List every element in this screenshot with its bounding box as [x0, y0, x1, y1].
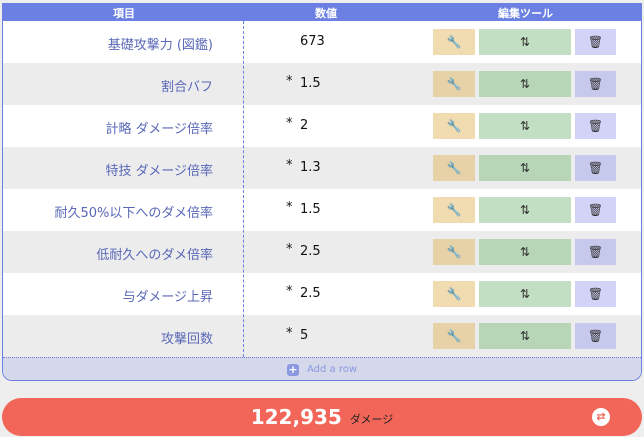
sort-arrows-icon: ⇅: [519, 35, 531, 49]
sort-arrows-icon: ⇅: [519, 245, 531, 259]
row-label[interactable]: 耐久50%以下へのダメ倍率: [54, 202, 213, 221]
table-row: 割合バフ * 1.5 🔧 ⇅ 🗑: [3, 63, 641, 105]
trash-icon: 🗑: [587, 329, 604, 343]
wrench-icon: 🔧: [446, 119, 462, 133]
table-header: 項目 数値 編集ツール: [3, 3, 641, 21]
header-value: 数値: [315, 7, 337, 20]
swap-icon[interactable]: ⇄: [592, 408, 610, 426]
row-operator: *: [286, 242, 293, 257]
edit-button[interactable]: 🔧: [433, 29, 475, 55]
row-value[interactable]: 1.5: [300, 76, 321, 91]
move-button[interactable]: ⇅: [479, 113, 571, 139]
sort-arrows-icon: ⇅: [519, 119, 531, 133]
delete-button[interactable]: 🗑: [575, 281, 616, 307]
total-damage-bar: 122,935 ダメージ ⇄: [2, 398, 642, 436]
move-button[interactable]: ⇅: [479, 239, 571, 265]
wrench-icon: 🔧: [446, 245, 462, 259]
row-label[interactable]: 与ダメージ上昇: [123, 286, 213, 305]
row-label[interactable]: 攻撃回数: [161, 328, 213, 347]
header-tools: 編集ツール: [498, 7, 553, 20]
table-row: 計略 ダメージ倍率 * 2 🔧 ⇅ 🗑: [3, 105, 641, 147]
trash-icon: 🗑: [587, 119, 604, 133]
row-label[interactable]: 計略 ダメージ倍率: [106, 118, 213, 137]
edit-button[interactable]: 🔧: [433, 323, 475, 349]
total-value: 122,935: [250, 405, 342, 429]
delete-button[interactable]: 🗑: [575, 239, 616, 265]
wrench-icon: 🔧: [446, 203, 462, 217]
row-value[interactable]: 5: [300, 328, 308, 343]
delete-button[interactable]: 🗑: [575, 155, 616, 181]
trash-icon: 🗑: [587, 161, 604, 175]
wrench-icon: 🔧: [446, 35, 462, 49]
row-value[interactable]: 2.5: [300, 244, 321, 259]
row-value[interactable]: 673: [300, 34, 325, 49]
move-button[interactable]: ⇅: [479, 323, 571, 349]
wrench-icon: 🔧: [446, 287, 462, 301]
sort-arrows-icon: ⇅: [519, 203, 531, 217]
sort-arrows-icon: ⇅: [519, 161, 531, 175]
header-item: 項目: [113, 7, 135, 20]
table-row: 与ダメージ上昇 * 2.5 🔧 ⇅ 🗑: [3, 273, 641, 315]
edit-button[interactable]: 🔧: [433, 197, 475, 223]
edit-button[interactable]: 🔧: [433, 239, 475, 265]
trash-icon: 🗑: [587, 35, 604, 49]
table-row: 低耐久へのダメ倍率 * 2.5 🔧 ⇅ 🗑: [3, 231, 641, 273]
delete-button[interactable]: 🗑: [575, 197, 616, 223]
move-button[interactable]: ⇅: [479, 197, 571, 223]
row-operator: *: [286, 116, 293, 131]
row-operator: *: [286, 158, 293, 173]
sort-arrows-icon: ⇅: [519, 329, 531, 343]
row-label[interactable]: 特技 ダメージ倍率: [106, 160, 213, 179]
trash-icon: 🗑: [587, 287, 604, 301]
row-operator: *: [286, 326, 293, 341]
trash-icon: 🗑: [587, 77, 604, 91]
row-value[interactable]: 1.5: [300, 202, 321, 217]
table-row: 攻撃回数 * 5 🔧 ⇅ 🗑: [3, 315, 641, 357]
delete-button[interactable]: 🗑: [575, 29, 616, 55]
row-label[interactable]: 基礎攻撃力 (図鑑): [108, 34, 213, 53]
edit-button[interactable]: 🔧: [433, 113, 475, 139]
delete-button[interactable]: 🗑: [575, 113, 616, 139]
move-button[interactable]: ⇅: [479, 155, 571, 181]
move-button[interactable]: ⇅: [479, 281, 571, 307]
plus-icon: +: [286, 362, 299, 376]
row-operator: *: [286, 74, 293, 89]
row-operator: *: [286, 284, 293, 299]
row-operator: *: [286, 200, 293, 215]
table-row: 耐久50%以下へのダメ倍率 * 1.5 🔧 ⇅ 🗑: [3, 189, 641, 231]
trash-icon: 🗑: [587, 203, 604, 217]
add-row-label: Add a row: [306, 364, 358, 375]
sort-arrows-icon: ⇅: [519, 287, 531, 301]
edit-button[interactable]: 🔧: [433, 71, 475, 97]
move-button[interactable]: ⇅: [479, 71, 571, 97]
sort-arrows-icon: ⇅: [519, 77, 531, 91]
wrench-icon: 🔧: [446, 329, 462, 343]
row-value[interactable]: 2: [300, 118, 308, 133]
wrench-icon: 🔧: [446, 77, 462, 91]
row-label[interactable]: 割合バフ: [161, 76, 213, 95]
total-unit: ダメージ: [349, 413, 394, 426]
row-value[interactable]: 1.3: [300, 160, 321, 175]
table-row: 基礎攻撃力 (図鑑) 673 🔧 ⇅ 🗑: [3, 21, 641, 63]
delete-button[interactable]: 🗑: [575, 71, 616, 97]
delete-button[interactable]: 🗑: [575, 323, 616, 349]
move-button[interactable]: ⇅: [479, 29, 571, 55]
wrench-icon: 🔧: [446, 161, 462, 175]
calc-table: 項目 数値 編集ツール 基礎攻撃力 (図鑑) 673 🔧 ⇅ 🗑 割合バフ * 1…: [2, 3, 642, 381]
row-value[interactable]: 2.5: [300, 286, 321, 301]
add-row-button[interactable]: + Add a row: [3, 357, 641, 380]
edit-button[interactable]: 🔧: [433, 281, 475, 307]
column-divider: [243, 21, 244, 357]
edit-button[interactable]: 🔧: [433, 155, 475, 181]
row-label[interactable]: 低耐久へのダメ倍率: [96, 244, 213, 263]
table-row: 特技 ダメージ倍率 * 1.3 🔧 ⇅ 🗑: [3, 147, 641, 189]
trash-icon: 🗑: [587, 245, 604, 259]
